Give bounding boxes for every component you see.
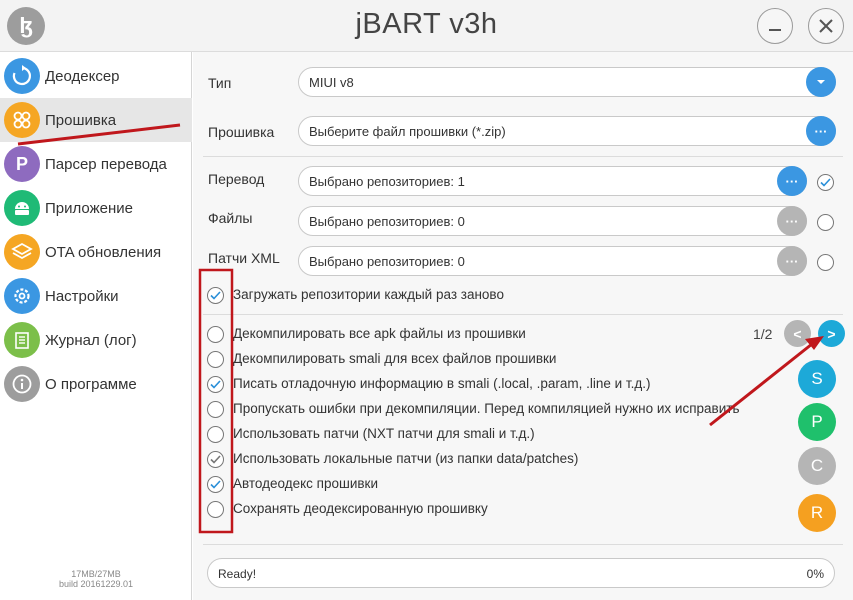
option-label: Автодеодекс прошивки (233, 476, 378, 491)
close-button[interactable] (808, 8, 844, 44)
translation-checkbox[interactable] (817, 174, 834, 191)
patches-repos-field[interactable]: Выбрано репозиториев: 0 ··· (298, 246, 807, 276)
firmware-placeholder: Выберите файл прошивки (*.zip) (309, 124, 506, 139)
patches-browse-button[interactable]: ··· (777, 246, 807, 276)
mode-s-button[interactable]: S (798, 360, 836, 398)
option-label: Декомпилировать smali для всех файлов пр… (233, 351, 557, 366)
firmware-browse-button[interactable]: ··· (806, 116, 836, 146)
divider (203, 544, 843, 545)
sidebar-item-label: Настройки (45, 287, 119, 305)
app-title: jBART v3h (355, 8, 498, 40)
sidebar-item-log[interactable]: Журнал (лог) (0, 318, 192, 362)
option-checkbox[interactable] (207, 426, 224, 443)
reload-repos-label: Загружать репозитории каждый раз заново (233, 287, 504, 302)
sidebar-item-about[interactable]: О программе (0, 362, 192, 406)
reload-repos-checkbox[interactable] (207, 287, 224, 304)
sidebar-item-translation-parser[interactable]: P Парсер перевода (0, 142, 192, 186)
log-icon (4, 322, 40, 358)
status-bar: Ready! 0% (207, 558, 835, 588)
sidebar-item-application[interactable]: Приложение (0, 186, 192, 230)
type-label: Тип (208, 75, 232, 91)
option-label: Сохранять деодексированную прошивку (233, 501, 488, 516)
firmware-icon (4, 102, 40, 138)
patches-xml-label: Патчи XML (208, 250, 280, 266)
patches-value: Выбрано репозиториев: 0 (309, 254, 465, 269)
info-icon (4, 366, 40, 402)
translation-value: Выбрано репозиториев: 1 (309, 174, 465, 189)
parser-icon: P (4, 146, 40, 182)
option-label: Использовать локальные патчи (из папки d… (233, 451, 579, 466)
check-icon (210, 291, 221, 300)
chevron-down-icon (817, 80, 825, 84)
next-page-button[interactable]: > (818, 320, 845, 347)
translation-repos-field[interactable]: Выбрано репозиториев: 1 ··· (298, 166, 807, 196)
option-label: Использовать патчи (NXT патчи для smali … (233, 426, 535, 441)
memory-info: 17MB/27MB build 20161229.01 (0, 569, 192, 589)
option-label: Пропускать ошибки при декомпиляции. Пере… (233, 401, 740, 416)
sidebar-item-label: Приложение (45, 199, 133, 217)
status-text: Ready! (218, 567, 257, 581)
minimize-button[interactable] (757, 8, 793, 44)
files-label: Файлы (208, 210, 253, 226)
sidebar-item-ota[interactable]: OTA обновления (0, 230, 192, 274)
option-label: Писать отладочную информацию в smali (.l… (233, 376, 651, 391)
translation-label: Перевод (208, 171, 265, 187)
page-indicator: 1/2 (753, 326, 773, 342)
refresh-icon (4, 58, 40, 94)
sidebar-item-firmware[interactable]: Прошивка (0, 98, 192, 142)
translation-browse-button[interactable]: ··· (777, 166, 807, 196)
sidebar-item-label: Деодексер (45, 67, 120, 85)
check-icon (210, 480, 221, 489)
prev-page-button[interactable]: < (784, 320, 811, 347)
option-checkbox[interactable] (207, 501, 224, 518)
option-checkbox[interactable] (207, 451, 224, 468)
divider (203, 314, 843, 315)
sidebar-item-label: Парсер перевода (45, 155, 167, 173)
check-icon (210, 455, 221, 464)
type-value: MIUI v8 (309, 75, 354, 90)
type-select[interactable]: MIUI v8 (298, 67, 836, 97)
type-dropdown-button[interactable] (806, 67, 836, 97)
firmware-file-input[interactable]: Выберите файл прошивки (*.zip) ··· (298, 116, 836, 146)
build-version: build 20161229.01 (58, 579, 134, 589)
progress-percent: 0% (806, 567, 824, 581)
close-icon (819, 19, 833, 33)
minimize-icon (769, 29, 781, 31)
mode-c-button[interactable]: C (798, 447, 836, 485)
sidebar-item-settings[interactable]: Настройки (0, 274, 192, 318)
firmware-label: Прошивка (208, 124, 275, 140)
mode-p-button[interactable]: P (798, 403, 836, 441)
option-checkbox[interactable] (207, 351, 224, 368)
sidebar-item-label: Прошивка (45, 111, 117, 129)
files-checkbox[interactable] (817, 214, 834, 231)
check-icon (820, 178, 831, 187)
option-checkbox[interactable] (207, 401, 224, 418)
option-checkbox[interactable] (207, 326, 224, 343)
main-panel: Тип MIUI v8 Прошивка Выберите файл проши… (193, 52, 853, 600)
sidebar-item-deodexer[interactable]: Деодексер (0, 54, 192, 98)
sidebar-item-label: О программе (45, 375, 137, 393)
gear-icon (4, 278, 40, 314)
android-icon (4, 190, 40, 226)
title-bar: ɮ jBART v3h (0, 0, 853, 52)
sidebar-item-label: Журнал (лог) (45, 331, 137, 349)
option-label: Декомпилировать все apk файлы из прошивк… (233, 326, 526, 341)
files-value: Выбрано репозиториев: 0 (309, 214, 465, 229)
layers-icon (4, 234, 40, 270)
option-checkbox[interactable] (207, 476, 224, 493)
mode-r-button[interactable]: R (798, 494, 836, 532)
sidebar: Деодексер Прошивка P Парсер перевода При… (0, 52, 192, 600)
files-repos-field[interactable]: Выбрано репозиториев: 0 ··· (298, 206, 807, 236)
memory-usage: 17MB/27MB (71, 569, 121, 579)
files-browse-button[interactable]: ··· (777, 206, 807, 236)
sidebar-item-label: OTA обновления (45, 243, 162, 261)
patches-checkbox[interactable] (817, 254, 834, 271)
divider (203, 156, 843, 157)
option-checkbox[interactable] (207, 376, 224, 393)
check-icon (210, 380, 221, 389)
